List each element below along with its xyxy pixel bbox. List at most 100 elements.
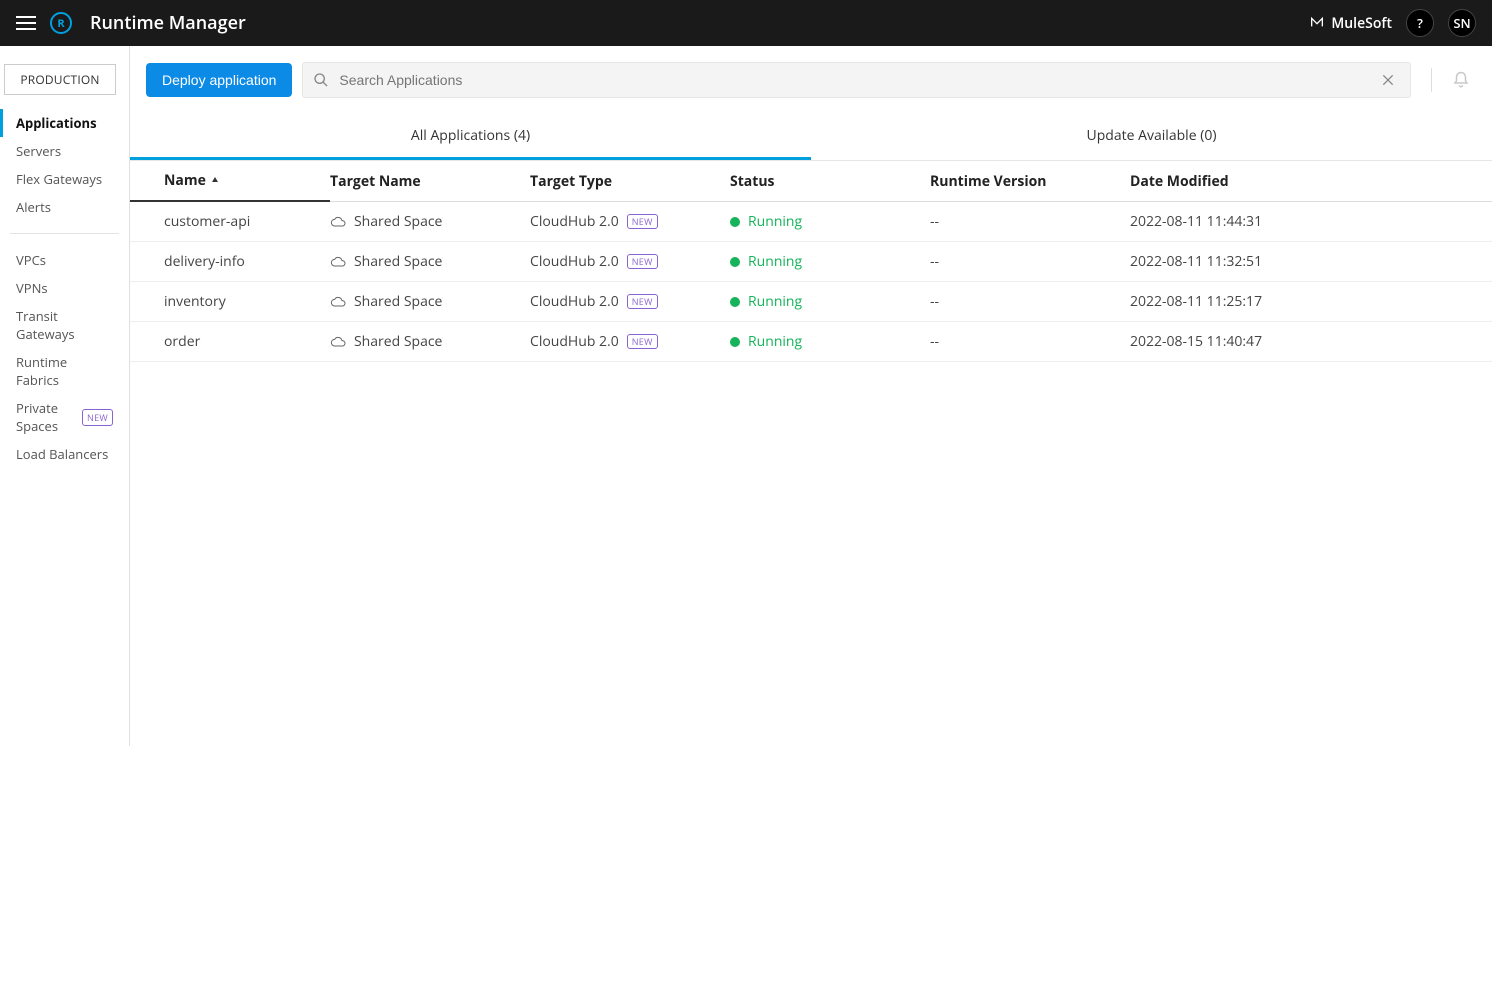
new-badge: NEW [627, 214, 658, 229]
notifications-icon[interactable] [1452, 71, 1476, 89]
sidebar-item-applications[interactable]: Applications [0, 109, 129, 137]
new-badge: NEW [627, 294, 658, 309]
status-dot-icon [730, 337, 740, 347]
sidebar-item-label: Private Spaces [16, 399, 76, 435]
column-header-runtime-version[interactable]: Runtime Version [930, 161, 1130, 201]
search-icon [313, 72, 329, 88]
cell-name: inventory [130, 282, 330, 321]
sort-asc-icon [210, 174, 220, 188]
topbar: R Runtime Manager MuleSoft ? SN [0, 0, 1492, 46]
sidebar-item-flex-gateways[interactable]: Flex Gateways [0, 165, 129, 193]
column-header-name[interactable]: Name [130, 161, 330, 202]
cell-target-name-label: Shared Space [354, 252, 442, 271]
cell-status: Running [730, 242, 930, 281]
cell-runtime-version: -- [930, 202, 1130, 241]
clear-search-icon[interactable] [1376, 72, 1400, 88]
sidebar-item-alerts[interactable]: Alerts [0, 193, 129, 221]
cell-target-type: CloudHub 2.0NEW [530, 322, 730, 361]
new-badge: NEW [82, 409, 113, 426]
sidebar-item-label: VPNs [16, 279, 48, 297]
user-avatar[interactable]: SN [1448, 9, 1476, 37]
cell-date-modified: 2022-08-11 11:44:31 [1130, 202, 1492, 241]
cell-target-type-label: CloudHub 2.0 [530, 252, 619, 271]
status-text: Running [748, 292, 802, 311]
mulesoft-icon [1309, 13, 1325, 34]
search-input[interactable] [339, 72, 1376, 88]
search-wrapper [302, 62, 1411, 98]
environment-selector[interactable]: PRODUCTION [4, 64, 116, 95]
column-header-target-name[interactable]: Target Name [330, 161, 530, 201]
status-text: Running [748, 332, 802, 351]
sidebar-item-label: Runtime Fabrics [16, 353, 113, 389]
cell-runtime-version: -- [930, 242, 1130, 281]
cell-date-modified: 2022-08-11 11:32:51 [1130, 242, 1492, 281]
deploy-application-button[interactable]: Deploy application [146, 63, 292, 97]
brand-link[interactable]: MuleSoft [1309, 13, 1392, 34]
table-row[interactable]: customer-api Shared Space CloudHub 2.0 NEW R… [130, 202, 1492, 242]
sidebar-secondary-group: VPCs VPNs Transit Gateways Runtime Fabrics P… [0, 246, 129, 468]
tabs: All Applications (4)Update Available (0) [130, 114, 1492, 161]
menu-icon[interactable] [16, 16, 36, 30]
help-button[interactable]: ? [1406, 9, 1434, 37]
cell-target-type: CloudHub 2.0 NEW [530, 242, 730, 281]
table-body: customer-api Shared Space CloudHub 2.0 NEW R… [130, 202, 1492, 362]
cell-target-type-label: CloudHub 2.0 [530, 212, 619, 231]
cell-date-modified: 2022-08-11 11:25:17 [1130, 282, 1492, 321]
cell-runtime-version: -- [930, 282, 1130, 321]
status-text: Running [748, 212, 802, 231]
runtime-manager-logo-icon: R [50, 12, 72, 34]
cell-target-name-label: Shared Space [354, 292, 442, 311]
sidebar-item-runtime-fabrics[interactable]: Runtime Fabrics [0, 348, 129, 394]
table-row[interactable]: delivery-info Shared Space CloudHub 2.0 NEW… [130, 242, 1492, 282]
sidebar-primary-group: ApplicationsServersFlex GatewaysAlerts [0, 109, 129, 221]
cloud-icon [330, 336, 346, 348]
cell-runtime-version: -- [930, 322, 1130, 361]
sidebar-item-load-balancers[interactable]: Load Balancers [0, 440, 129, 468]
sidebar-item-vpcs[interactable]: VPCs [0, 246, 129, 274]
tab-all-applications-4-[interactable]: All Applications (4) [130, 114, 811, 160]
sidebar-item-label: VPCs [16, 251, 46, 269]
cloud-icon [330, 256, 346, 268]
cell-target-name: Shared Space [330, 202, 530, 241]
cell-target-type-label: CloudHub 2.0 [530, 332, 619, 351]
cell-target-name-label: Shared Space [354, 332, 442, 351]
cloud-icon [330, 216, 346, 228]
status-dot-icon [730, 257, 740, 267]
sidebar-divider [10, 233, 119, 234]
toolbar-divider [1431, 68, 1432, 92]
brand-label: MuleSoft [1331, 14, 1392, 33]
cell-target-type-label: CloudHub 2.0 [530, 292, 619, 311]
sidebar-item-servers[interactable]: Servers [0, 137, 129, 165]
column-header-name-label: Name [164, 171, 206, 190]
cell-target-name: Shared Space [330, 322, 530, 361]
cell-name: customer-api [130, 202, 330, 241]
sidebar-item-label: Transit Gateways [16, 307, 113, 343]
sidebar: PRODUCTION ApplicationsServersFlex Gatew… [0, 46, 130, 746]
sidebar-item-vpns[interactable]: VPNs [0, 274, 129, 302]
cell-name: delivery-info [130, 242, 330, 281]
column-header-status[interactable]: Status [730, 161, 930, 201]
sidebar-item-label: Load Balancers [16, 445, 108, 463]
cell-date-modified: 2022-08-15 11:40:47 [1130, 322, 1492, 361]
sidebar-item-transit-gateways[interactable]: Transit Gateways [0, 302, 129, 348]
column-header-target-type[interactable]: Target Type [530, 161, 730, 201]
app-title: Runtime Manager [90, 11, 246, 35]
sidebar-item-private-spaces[interactable]: Private Spaces NEW [0, 394, 129, 440]
cloud-icon [330, 296, 346, 308]
table-row[interactable]: orderShared SpaceCloudHub 2.0NEWRunning-… [130, 322, 1492, 362]
column-header-date-modified[interactable]: Date Modified [1130, 161, 1492, 201]
status-text: Running [748, 252, 802, 271]
status-dot-icon [730, 297, 740, 307]
status-dot-icon [730, 217, 740, 227]
cell-status: Running [730, 282, 930, 321]
toolbar: Deploy application [130, 46, 1492, 114]
cell-target-type: CloudHub 2.0 NEW [530, 202, 730, 241]
tab-update-available-0-[interactable]: Update Available (0) [811, 114, 1492, 160]
new-badge: NEW [627, 254, 658, 269]
cell-status: Running [730, 322, 930, 361]
main-content: Deploy application All Applications (4)U… [130, 46, 1492, 1004]
table-row[interactable]: inventory Shared Space CloudHub 2.0 NEW Runn… [130, 282, 1492, 322]
table-header-row: Name Target Name Target Type Status Runt… [130, 161, 1492, 202]
cell-target-name-label: Shared Space [354, 212, 442, 231]
cell-target-name: Shared Space [330, 242, 530, 281]
